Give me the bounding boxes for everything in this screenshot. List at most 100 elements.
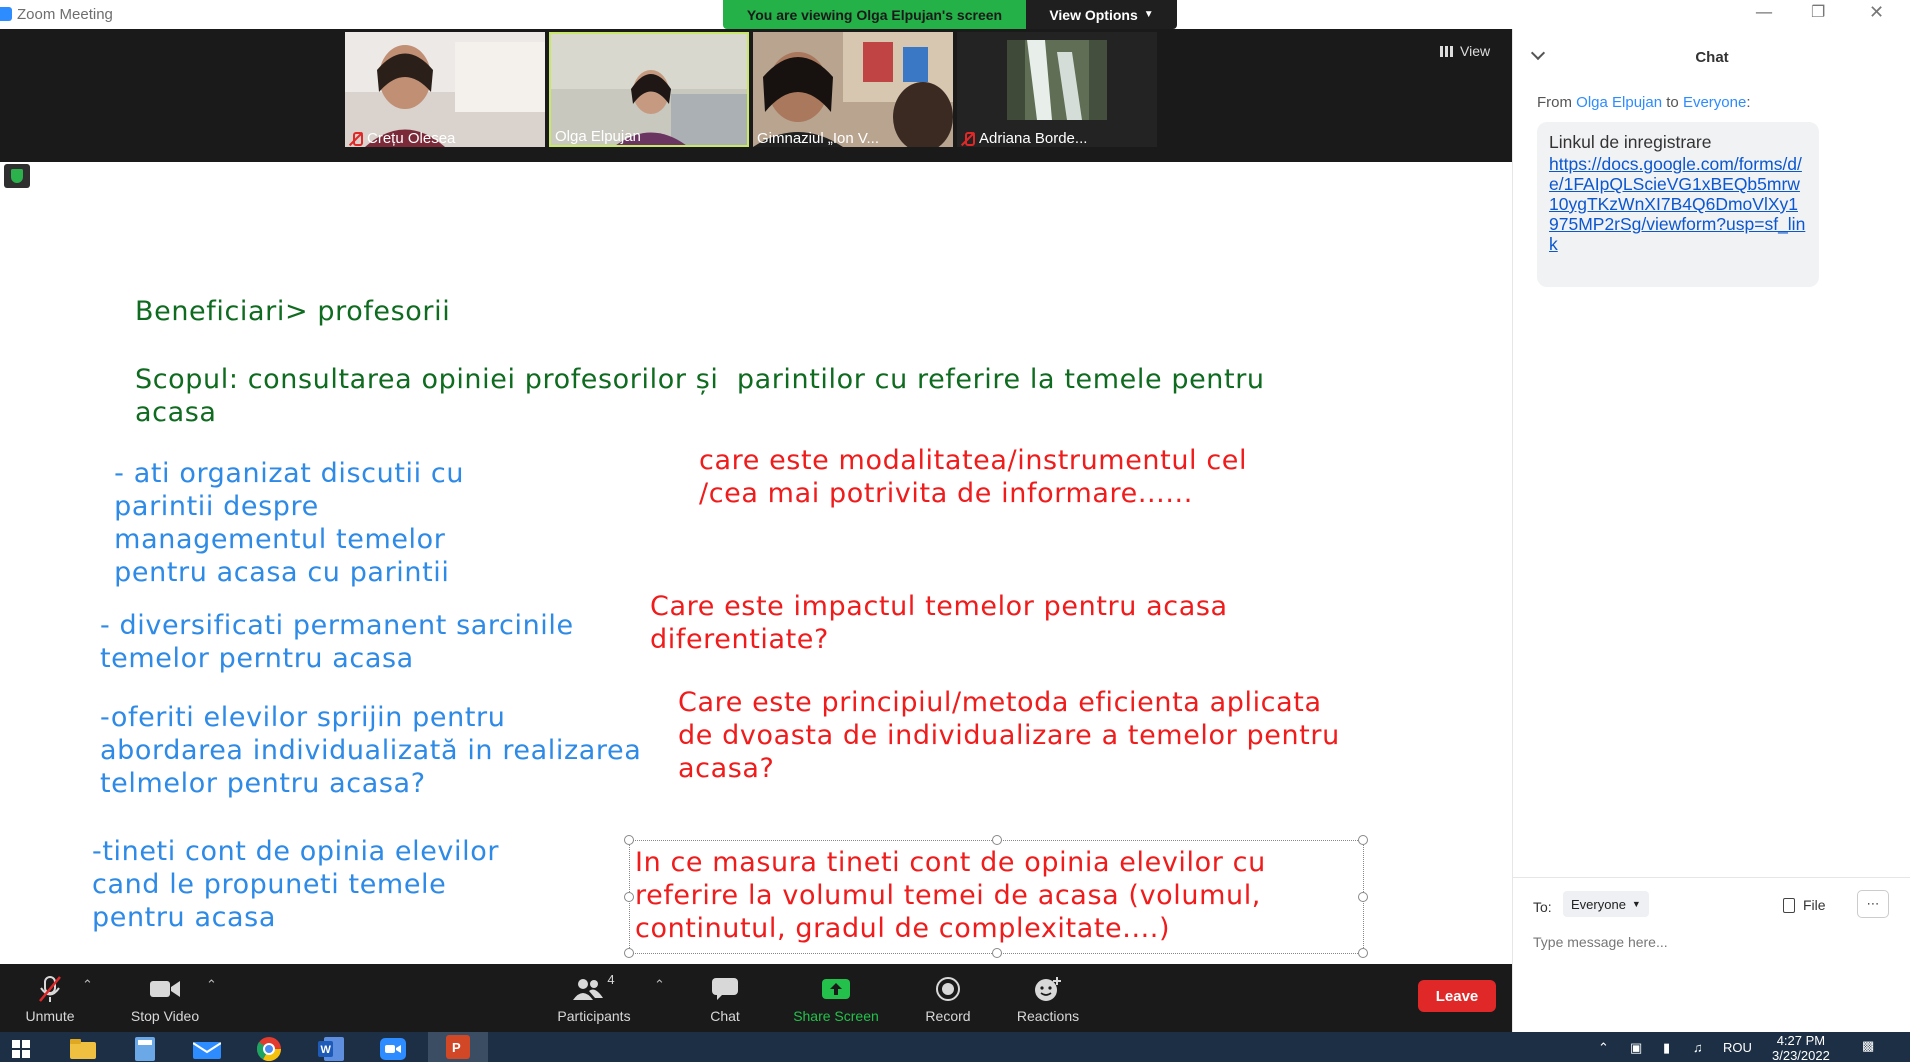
chat-button[interactable]: Chat <box>700 964 750 1032</box>
participant-name: Gimnaziul „Ion V... <box>757 130 879 147</box>
audio-options-caret-icon[interactable]: ⌃ <box>82 978 93 993</box>
sender-name[interactable]: Olga Elpujan <box>1576 94 1662 111</box>
video-options-caret-icon[interactable]: ⌃ <box>206 978 217 993</box>
resize-handle <box>992 835 1002 845</box>
video-tile-gimnaziul[interactable]: Gimnaziul „Ion V... <box>753 32 953 147</box>
volume-icon[interactable]: ♫ <box>1693 1040 1703 1055</box>
message-input[interactable] <box>1533 930 1893 954</box>
word-icon[interactable]: W <box>316 1036 346 1062</box>
windows-taskbar: W P ⌃ ▣ ▮ ♫ ROU 4:27 PM 3/23/2022 ▩ <box>0 1032 1910 1062</box>
resize-handle <box>992 948 1002 958</box>
text-selection-box <box>624 835 1368 958</box>
system-clock[interactable]: 4:27 PM 3/23/2022 <box>1772 1033 1830 1062</box>
slide-right-item: Care este principiul/metoda eficienta ap… <box>678 687 1340 784</box>
recipient-name[interactable]: Everyone <box>1683 94 1746 111</box>
share-screen-label: Share Screen <box>793 1008 879 1024</box>
participants-label: Participants <box>557 1008 631 1024</box>
slide-right-item: Care este impactul temelor pentru acasa … <box>650 591 1228 655</box>
resize-handle <box>1358 892 1368 902</box>
video-tile-olga[interactable]: Olga Elpujan <box>549 32 749 147</box>
resize-handle <box>624 835 634 845</box>
message-link[interactable]: https://docs.google.com/forms/d/e/1FAIpQ… <box>1549 154 1807 254</box>
message-text: Linkul de inregistrare <box>1549 132 1712 152</box>
participants-options-caret-icon[interactable]: ⌃ <box>654 978 665 993</box>
slide-left-item: - ati organizat discutii cu parintii des… <box>114 458 465 588</box>
record-icon <box>935 974 961 1004</box>
muted-mic-icon <box>349 131 363 146</box>
close-button[interactable]: ✕ <box>1869 2 1884 23</box>
participant-name: Crețu Olesea <box>349 130 455 147</box>
chevron-down-icon: ▼ <box>1143 9 1154 20</box>
participant-video-strip: Crețu Olesea Olga Elpujan Gimnaziul „Ion… <box>0 29 1512 162</box>
video-tile-adriana[interactable]: Adriana Borde... <box>957 32 1157 147</box>
zoom-meeting-window: Zoom Meeting You are viewing Olga Elpuja… <box>0 0 1910 1062</box>
windows-start-icon[interactable] <box>6 1036 36 1062</box>
resize-handle <box>1358 835 1368 845</box>
muted-mic-icon <box>961 131 975 146</box>
slide-scope: Scopul: consultarea opiniei profesorilor… <box>135 364 1265 428</box>
chrome-icon[interactable] <box>254 1036 284 1062</box>
zoom-taskbar-icon[interactable] <box>378 1036 408 1062</box>
language-indicator[interactable]: ROU <box>1723 1040 1752 1055</box>
viewing-banner-text: You are viewing Olga Elpujan's screen <box>723 0 1026 29</box>
security-shield-icon[interactable] <box>4 164 30 188</box>
resize-handle <box>624 948 634 958</box>
chat-panel: Chat From Olga Elpujan to Everyone: Link… <box>1512 29 1910 1032</box>
window-title: Zoom Meeting <box>17 6 113 23</box>
calculator-icon[interactable] <box>130 1036 160 1062</box>
gallery-view-button[interactable]: View <box>1440 43 1490 59</box>
unmute-button[interactable]: Unmute <box>20 964 80 1032</box>
svg-text:W: W <box>321 1044 332 1056</box>
unmute-label: Unmute <box>25 1008 75 1024</box>
chat-header: Chat <box>1513 29 1910 85</box>
network-icon[interactable]: ▣ <box>1630 1040 1642 1056</box>
svg-text:P: P <box>452 1040 461 1055</box>
reactions-smiley-icon <box>1033 974 1063 1004</box>
record-label: Record <box>925 1008 971 1024</box>
muted-mic-icon <box>37 974 63 1004</box>
leave-button[interactable]: Leave <box>1418 980 1496 1012</box>
slide-left-item: - diversificati permanent sarcinile teme… <box>100 610 574 674</box>
view-options-button[interactable]: View Options ▼ <box>1026 0 1177 29</box>
record-button[interactable]: Record <box>918 964 978 1032</box>
from-prefix: From <box>1537 94 1577 111</box>
powerpoint-icon[interactable]: P <box>428 1032 488 1062</box>
slide-heading: Beneficiari> profesorii <box>135 296 451 327</box>
participants-button[interactable]: 4 Participants <box>550 964 638 1032</box>
mail-icon[interactable] <box>192 1036 222 1062</box>
battery-icon[interactable]: ▮ <box>1663 1040 1670 1056</box>
meeting-toolbar: Unmute ⌃ Stop Video ⌃ 4 Participants ⌃ C… <box>0 964 1512 1032</box>
recipient-select[interactable]: Everyone ▼ <box>1563 891 1649 917</box>
file-icon <box>1783 897 1795 913</box>
file-button[interactable]: File <box>1783 897 1826 913</box>
reactions-button[interactable]: Reactions <box>1013 964 1083 1032</box>
file-explorer-icon[interactable] <box>68 1036 98 1062</box>
screen-share-banner: You are viewing Olga Elpujan's screen Vi… <box>723 0 1177 29</box>
to-word: to <box>1662 94 1683 111</box>
share-screen-button[interactable]: Share Screen <box>788 964 884 1032</box>
share-screen-icon <box>821 974 851 1004</box>
notifications-icon[interactable]: ▩ <box>1862 1038 1874 1054</box>
chevron-up-icon[interactable]: ⌃ <box>1598 1040 1609 1056</box>
participant-name-label: Adriana Borde... <box>979 130 1088 147</box>
zoom-app-icon <box>0 7 12 21</box>
message-sender-line: From Olga Elpujan to Everyone: <box>1537 94 1750 111</box>
video-tile-cretu[interactable]: Crețu Olesea <box>345 32 545 147</box>
restore-button[interactable]: ❐ <box>1811 2 1825 21</box>
clock-time: 4:27 PM <box>1776 1033 1826 1048</box>
colon: : <box>1746 94 1751 111</box>
reactions-label: Reactions <box>1016 1008 1080 1024</box>
more-options-icon[interactable]: ⋯ <box>1857 890 1889 918</box>
to-label: To: <box>1533 899 1552 915</box>
chat-compose-area: To: Everyone ▼ File ⋯ <box>1513 877 1910 1032</box>
slide-right-item: care este modalitatea/instrumentul cel /… <box>699 445 1248 509</box>
participants-icon: 4 <box>573 972 615 1004</box>
view-label: View <box>1460 43 1491 59</box>
stop-video-button[interactable]: Stop Video <box>125 964 205 1032</box>
participant-name: Olga Elpujan <box>555 128 641 145</box>
title-bar: Zoom Meeting You are viewing Olga Elpuja… <box>0 0 1910 29</box>
chevron-down-icon[interactable] <box>1530 45 1546 61</box>
chat-title: Chat <box>1695 48 1729 66</box>
participant-name-label: Olga Elpujan <box>555 128 641 145</box>
minimize-button[interactable]: — <box>1755 2 1773 23</box>
